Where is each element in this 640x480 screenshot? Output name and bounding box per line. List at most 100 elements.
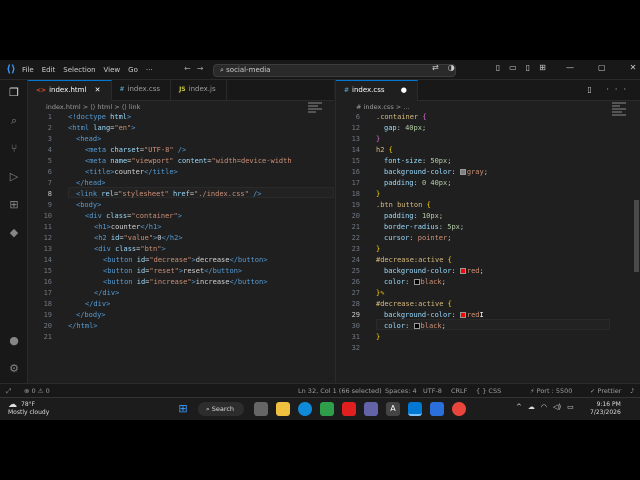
menu-view[interactable]: View (104, 66, 121, 74)
menu-go[interactable]: Go (128, 66, 138, 74)
language-mode[interactable]: { } CSS (476, 387, 501, 395)
explorer-icon[interactable]: ❐ (6, 86, 22, 102)
source-control-icon[interactable]: ⑂ (6, 142, 22, 158)
line-number: 18 (351, 190, 360, 198)
breadcrumb[interactable]: index.html > ⟨⟩ html > ⟨⟩ link (46, 103, 140, 111)
wifi-icon[interactable]: ◠ (541, 403, 547, 411)
remote-icon[interactable]: ⤢ (6, 387, 11, 396)
prettier-status[interactable]: ✓ Prettier (590, 387, 621, 395)
line-number: 7 (47, 179, 52, 187)
color-swatch-black[interactable] (413, 323, 420, 329)
taskbar-search[interactable]: ⌕ Search (198, 402, 244, 416)
code-line: </div> (85, 300, 111, 308)
cloud-sync-icon[interactable]: ☁ (528, 403, 535, 411)
activity-bar: ❐ ⌕ ⑂ ▷ ⊞ ◆ ● ⚙ (0, 80, 28, 383)
color-swatch-red[interactable] (459, 268, 466, 274)
minimap[interactable] (612, 102, 626, 142)
battery-icon[interactable]: ▭ (567, 403, 574, 411)
live-server-port[interactable]: ⚡ Port : 5500 (530, 387, 572, 395)
menu-file[interactable]: File (22, 66, 34, 74)
code-line: font-size: 50px; (384, 157, 452, 165)
extensions-icon[interactable]: ⊞ (6, 198, 22, 214)
line-number: 22 (351, 234, 360, 242)
right-editor-group: # index.css ● ▯ ··· # index.css > ... 6 12… (335, 80, 640, 383)
tab-index-css-right[interactable]: # index.css ● (336, 80, 418, 101)
code-line: } (376, 245, 381, 253)
line-ending[interactable]: CRLF (451, 387, 467, 395)
color-swatch-gray[interactable] (459, 169, 466, 175)
indentation[interactable]: Spaces: 4 (385, 387, 417, 395)
code-line: </div> (94, 289, 120, 297)
encoding[interactable]: UTF-8 (423, 387, 442, 395)
toggle-secondary-sidebar-icon[interactable]: ▯ (526, 63, 530, 72)
store-icon[interactable] (320, 402, 334, 416)
tab-index-js[interactable]: JS index.js (171, 80, 227, 101)
account-icon[interactable]: ● (6, 334, 22, 350)
close-icon[interactable]: ✕ (630, 63, 637, 72)
minimize-icon[interactable]: — (566, 63, 574, 72)
editor-actions[interactable]: ▯ ··· (587, 85, 632, 94)
chrome-icon[interactable] (452, 402, 466, 416)
start-icon[interactable]: ⊞ (176, 402, 190, 416)
file-explorer-icon[interactable] (276, 402, 290, 416)
word-icon[interactable] (430, 402, 444, 416)
menu-edit[interactable]: Edit (42, 66, 56, 74)
problems-count[interactable]: ⊗ 0 ⚠ 0 (24, 387, 50, 395)
tab-index-css[interactable]: # index.css (112, 80, 172, 101)
tab-label: index.html (49, 86, 87, 94)
code-line: #decrease:active { (376, 256, 452, 264)
css-file-icon: # (344, 87, 350, 94)
chevron-up-icon[interactable]: ^ (516, 403, 522, 411)
unsaved-dot-icon[interactable]: ● (401, 86, 407, 94)
volume-icon[interactable]: ◁) (553, 403, 561, 411)
vscode-taskbar-icon[interactable] (408, 402, 422, 416)
customize-layout-icon[interactable]: ⊞ (539, 63, 546, 72)
line-number: 26 (351, 278, 360, 286)
accounts-icon[interactable]: ◑ (448, 63, 455, 72)
vertical-scrollbar[interactable] (634, 200, 639, 272)
menu-selection[interactable]: Selection (63, 66, 95, 74)
color-swatch-black[interactable] (413, 279, 420, 285)
code-line: <button id="reset">reset</button> (103, 267, 243, 275)
code-line: <title>counter</title> (85, 168, 178, 176)
code-line: .container { (376, 113, 427, 121)
minimap[interactable] (308, 102, 322, 142)
code-line: color: black; (384, 278, 446, 286)
youtube-icon[interactable] (342, 402, 356, 416)
weather-desc: Mostly cloudy (8, 409, 50, 416)
task-view-icon[interactable] (254, 402, 268, 416)
edge-icon[interactable] (298, 402, 312, 416)
tab-index-html[interactable]: <> index.html ✕ (28, 80, 112, 101)
nav-arrows[interactable]: ←→ (184, 64, 209, 73)
settings-gear-icon[interactable]: ⚙ (6, 362, 22, 378)
menu-more[interactable]: ··· (146, 66, 153, 74)
clock-time: 9:16 PM (596, 401, 621, 408)
js-file-icon: JS (179, 86, 186, 93)
python-icon[interactable]: ◆ (6, 226, 22, 242)
copilot-icon[interactable]: ⇄ (432, 63, 439, 72)
weather-widget[interactable]: ☁ 78°F Mostly cloudy (8, 401, 49, 417)
system-clock[interactable]: 9:16 PM 7/23/2026 (590, 401, 621, 417)
line-number: 16 (351, 168, 360, 176)
code-line: <div class="container"> (85, 212, 182, 220)
search-icon[interactable]: ⌕ (6, 114, 22, 130)
font-app-icon[interactable]: A (386, 402, 400, 416)
line-number: 19 (43, 311, 52, 319)
maximize-icon[interactable]: ▢ (598, 63, 606, 72)
cursor-position[interactable]: Ln 32, Col 1 (66 selected) (298, 387, 382, 395)
line-number: 25 (351, 267, 360, 275)
teams-icon[interactable] (364, 402, 378, 416)
breadcrumb[interactable]: # index.css > ... (356, 103, 410, 111)
line-number: 15 (351, 157, 360, 165)
notifications-icon[interactable]: ♪ (630, 387, 634, 395)
code-line: padding: 0 40px; (384, 179, 452, 187)
run-debug-icon[interactable]: ▷ (6, 170, 22, 186)
color-swatch-red[interactable] (459, 312, 466, 318)
toggle-panel-icon[interactable]: ▭ (509, 63, 517, 72)
lightbulb-icon[interactable]: ✎ (380, 289, 384, 297)
line-number: 4 (47, 146, 52, 154)
toggle-sidebar-icon[interactable]: ▯ (496, 63, 500, 72)
close-tab-icon[interactable]: ✕ (95, 86, 101, 94)
command-center-search[interactable]: ⌕ social-media (213, 64, 456, 77)
code-line: <!doctype html> (68, 113, 132, 121)
